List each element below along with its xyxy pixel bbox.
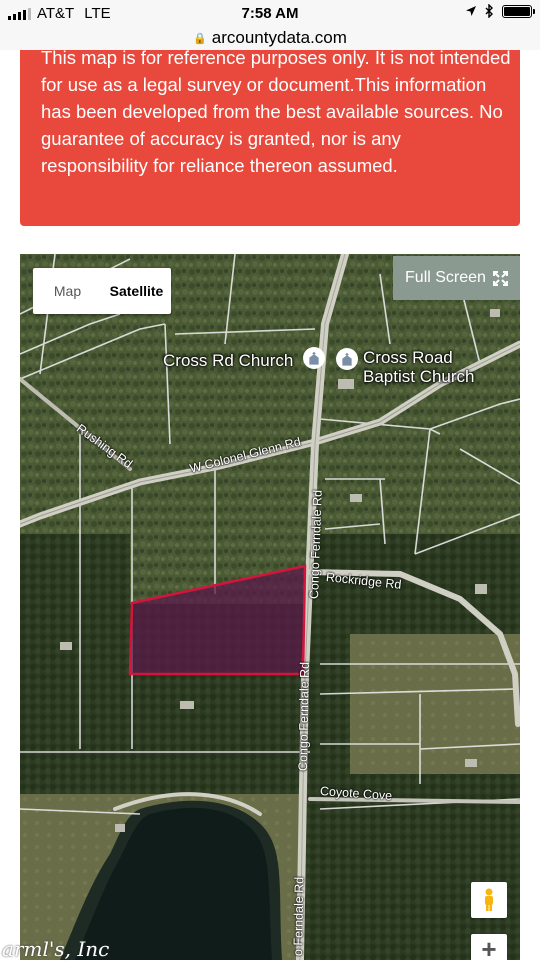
road-label-congo-ferndale-mid: Congo Ferndale Rd bbox=[296, 661, 312, 772]
map-type-map-button[interactable]: Map bbox=[33, 283, 102, 299]
road-label-congo-ferndale-lower: o Ferndale Rd bbox=[291, 876, 307, 957]
status-bar: AT&T LTE 7:58 AM bbox=[0, 0, 540, 28]
url-text: arcountydata.com bbox=[211, 28, 347, 47]
map-view[interactable]: Cross Rd Church Cross Road Baptist Churc… bbox=[20, 254, 520, 960]
church-icon[interactable] bbox=[336, 348, 358, 370]
poi-label-cross-road-baptist-church[interactable]: Cross Road Baptist Church bbox=[363, 348, 493, 386]
poi-label-cross-rd-church[interactable]: Cross Rd Church bbox=[163, 351, 293, 370]
watermark: arml's, Inc bbox=[2, 937, 110, 961]
bluetooth-icon bbox=[485, 4, 493, 18]
map-type-satellite-button[interactable]: Satellite bbox=[102, 283, 171, 299]
disclaimer-text: This map is for reference purposes only.… bbox=[41, 47, 511, 176]
pegman-icon bbox=[485, 888, 493, 911]
battery-icon bbox=[502, 4, 535, 18]
zoom-in-button[interactable]: + bbox=[471, 934, 507, 960]
clock: 7:58 AM bbox=[241, 5, 299, 22]
full-screen-button[interactable]: Full Screen bbox=[393, 256, 520, 300]
status-icons bbox=[465, 4, 535, 18]
street-view-pegman-button[interactable] bbox=[471, 882, 507, 918]
map-type-control: Map Satellite bbox=[33, 268, 171, 314]
full-screen-label: Full Screen bbox=[405, 269, 486, 286]
church-icon[interactable] bbox=[303, 347, 325, 369]
lock-icon: 🔒 bbox=[193, 33, 207, 45]
url-bar[interactable]: 🔒 arcountydata.com bbox=[0, 28, 540, 50]
expand-icon bbox=[492, 270, 508, 286]
location-arrow-icon bbox=[466, 6, 476, 16]
disclaimer-banner: This map is for reference purposes only.… bbox=[20, 34, 520, 226]
